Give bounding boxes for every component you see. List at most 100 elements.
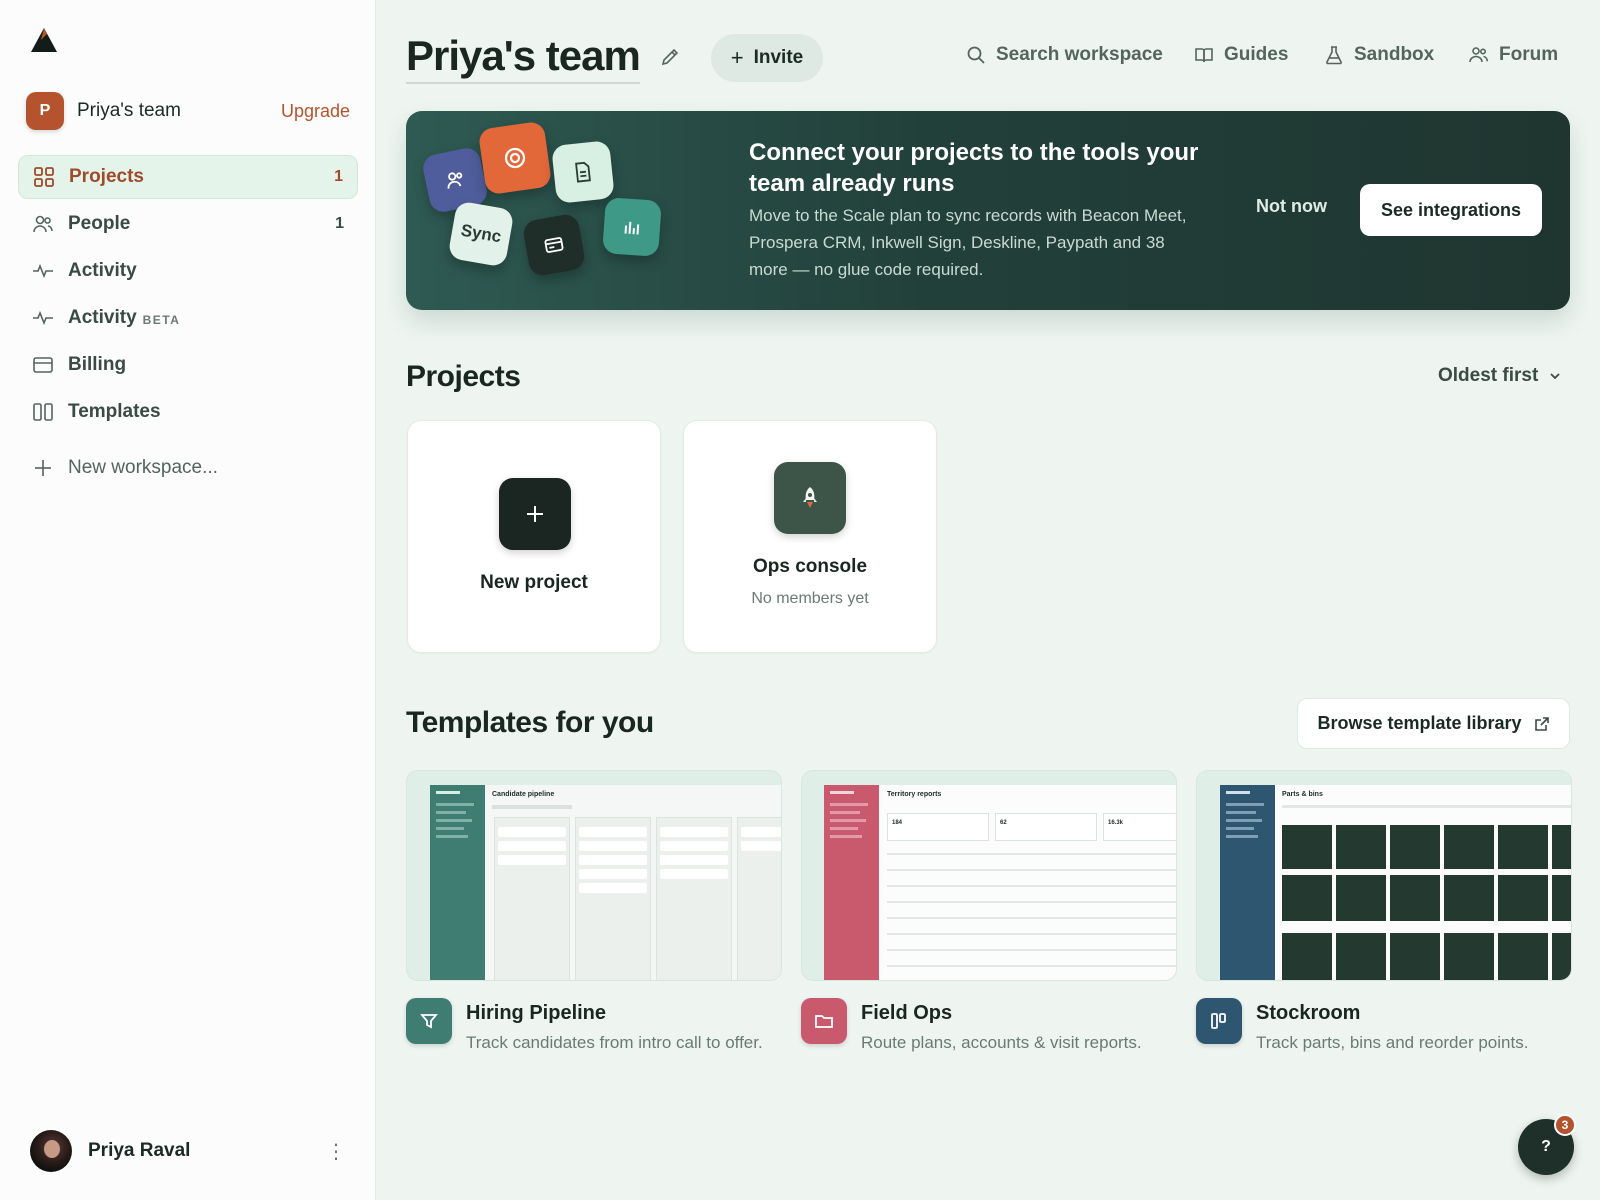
see-integrations-button[interactable]: See integrations bbox=[1360, 184, 1542, 236]
grid-icon bbox=[34, 167, 54, 187]
external-link-icon bbox=[1534, 716, 1549, 731]
template-name: Field Ops bbox=[861, 1002, 953, 1024]
project-subtitle: No members yet bbox=[751, 590, 869, 607]
filter-icon bbox=[406, 998, 452, 1044]
people-icon bbox=[33, 215, 53, 233]
project-name: Ops console bbox=[752, 556, 868, 577]
template-description: Track parts, bins and reorder points. bbox=[1256, 1033, 1529, 1052]
user-menu[interactable]: Priya Raval ⋮ bbox=[30, 1130, 346, 1172]
sidebar-item-label: Projects bbox=[69, 166, 144, 187]
sidebar-item-label: Billing bbox=[68, 354, 127, 375]
sidebar-item-activity[interactable]: Activity bbox=[18, 249, 358, 293]
plus-icon bbox=[35, 460, 51, 476]
new-workspace-label: New workspace... bbox=[68, 457, 218, 478]
preview-stat: 62 bbox=[1000, 820, 1007, 826]
preview-title: Territory reports bbox=[887, 791, 942, 798]
sort-label: Oldest first bbox=[1438, 365, 1539, 386]
team-switcher[interactable]: P Priya's team Upgrade bbox=[26, 92, 350, 130]
chevron-down-icon bbox=[1550, 373, 1560, 380]
more-options-icon[interactable]: ⋮ bbox=[326, 1139, 346, 1164]
sidebar-item-projects[interactable]: Projects 1 bbox=[18, 155, 358, 199]
template-preview: Territory reports 184 62 16.3k bbox=[801, 770, 1177, 981]
not-now-button[interactable]: Not now bbox=[1256, 196, 1327, 217]
sidebar-item-label: Templates bbox=[68, 401, 161, 422]
preview-title: Candidate pipeline bbox=[492, 791, 555, 798]
user-name: Priya Raval bbox=[88, 1140, 191, 1161]
sidebar-item-label: Activity bbox=[68, 307, 137, 328]
template-name: Hiring Pipeline bbox=[466, 1002, 607, 1024]
sidebar-item-billing[interactable]: Billing bbox=[18, 343, 358, 387]
new-workspace-button[interactable]: New workspace... bbox=[18, 446, 358, 490]
sidebar-nav: Projects 1 People 1 Activity Activity BE… bbox=[18, 155, 358, 493]
pencil-icon[interactable] bbox=[659, 46, 681, 68]
sandbox-label: Sandbox bbox=[1354, 44, 1435, 65]
template-card-field-ops[interactable]: Territory reports 184 62 16.3k Field Ops… bbox=[801, 770, 1177, 1052]
template-name: Stockroom bbox=[1256, 1002, 1361, 1024]
people-icon bbox=[1469, 47, 1489, 63]
template-description: Track candidates from intro call to offe… bbox=[466, 1033, 763, 1052]
activity-icon bbox=[33, 310, 53, 326]
invite-button[interactable]: + Invite bbox=[711, 34, 823, 82]
projects-count: 1 bbox=[334, 168, 343, 185]
sidebar-item-templates[interactable]: Templates bbox=[18, 390, 358, 434]
guides-label: Guides bbox=[1224, 44, 1289, 65]
avatar bbox=[30, 1130, 72, 1172]
template-card-hiring-pipeline[interactable]: Candidate pipeline Hiring Pipeline Track… bbox=[406, 770, 782, 1052]
project-card-ops-console[interactable]: Ops console No members yet bbox=[683, 420, 937, 653]
template-preview: Parts & bins bbox=[1196, 770, 1572, 981]
sidebar-item-people[interactable]: People 1 bbox=[18, 202, 358, 246]
plus-icon bbox=[499, 478, 571, 550]
search-icon bbox=[967, 46, 985, 64]
target-tile-icon bbox=[477, 120, 553, 196]
card-icon bbox=[33, 357, 53, 373]
card-tile-icon bbox=[521, 212, 587, 278]
board-icon bbox=[1196, 998, 1242, 1044]
preview-stat: 16.3k bbox=[1108, 820, 1124, 826]
folder-icon bbox=[801, 998, 847, 1044]
team-avatar: P bbox=[26, 92, 64, 130]
integrations-banner: Sync Connect your projects to the tools … bbox=[406, 111, 1570, 310]
template-preview: Candidate pipeline bbox=[406, 770, 782, 981]
sync-tile-label: Sync bbox=[459, 220, 503, 247]
team-name: Priya's team bbox=[77, 100, 181, 121]
page-title: Priya's team bbox=[406, 32, 641, 84]
sidebar-item-activity-beta[interactable]: Activity BETA bbox=[18, 296, 358, 340]
plus-icon: + bbox=[730, 45, 744, 70]
banner-description: Move to the Scale plan to sync records w… bbox=[749, 206, 1187, 279]
app-logo-icon[interactable] bbox=[30, 26, 58, 54]
template-card-stockroom[interactable]: Parts & bins Stockroom Track parts, bins… bbox=[1196, 770, 1572, 1052]
browse-label: Browse template library bbox=[1317, 713, 1522, 733]
rocket-icon bbox=[774, 462, 846, 534]
search-label: Search workspace bbox=[996, 44, 1163, 65]
projects-heading: Projects bbox=[406, 360, 521, 393]
sort-dropdown[interactable]: Oldest first bbox=[1438, 365, 1562, 387]
banner-title: Connect your projects to the tools your … bbox=[749, 139, 1199, 197]
people-count: 1 bbox=[335, 215, 344, 232]
upgrade-link[interactable]: Upgrade bbox=[281, 101, 350, 122]
beta-badge: BETA bbox=[142, 313, 181, 327]
new-project-card[interactable]: New project bbox=[407, 420, 661, 653]
browse-template-library-button[interactable]: Browse template library bbox=[1297, 698, 1570, 749]
sidebar: P Priya's team Upgrade Projects 1 People… bbox=[0, 0, 376, 1200]
new-project-label: New project bbox=[480, 572, 588, 593]
guides-link[interactable]: Guides bbox=[1194, 44, 1288, 66]
templates-heading: Templates for you bbox=[406, 706, 654, 739]
search-workspace-button[interactable]: Search workspace bbox=[966, 44, 1163, 66]
invite-label: Invite bbox=[753, 47, 804, 68]
forum-label: Forum bbox=[1499, 44, 1559, 65]
notification-badge: 3 bbox=[1554, 1114, 1576, 1136]
flask-icon bbox=[1326, 46, 1342, 65]
template-description: Route plans, accounts & visit reports. bbox=[861, 1033, 1142, 1052]
forum-link[interactable]: Forum bbox=[1469, 44, 1558, 66]
sidebar-item-label: People bbox=[68, 213, 131, 234]
book-icon bbox=[1195, 48, 1213, 63]
sandbox-link[interactable]: Sandbox bbox=[1324, 44, 1434, 66]
sidebar-item-label: Activity bbox=[68, 260, 137, 281]
activity-icon bbox=[33, 263, 53, 279]
columns-icon bbox=[33, 403, 53, 421]
sync-tile: Sync bbox=[447, 200, 515, 268]
document-tile-icon bbox=[551, 140, 615, 204]
preview-title: Parts & bins bbox=[1282, 791, 1323, 798]
chart-tile-icon bbox=[602, 197, 662, 257]
preview-stat: 184 bbox=[892, 820, 903, 826]
